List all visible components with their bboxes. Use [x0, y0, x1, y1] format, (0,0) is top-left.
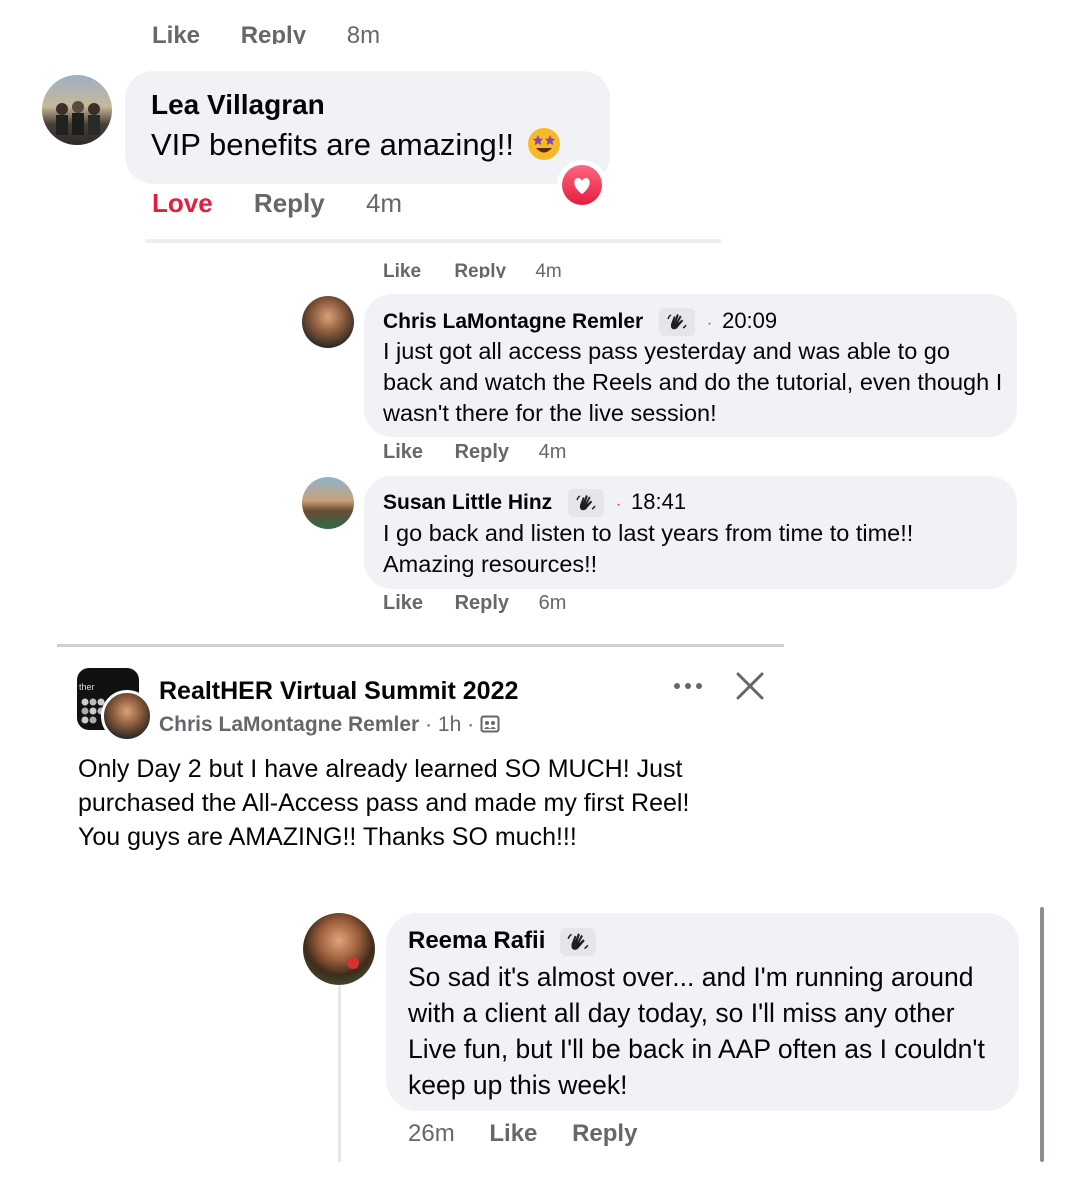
- post-body: Only Day 2 but I have already learned SO…: [78, 755, 690, 851]
- avatar-chris-lamontagne-remler[interactable]: [302, 296, 354, 348]
- avatar-susan-little-hinz[interactable]: [302, 477, 354, 529]
- commenter-name[interactable]: Chris LaMontagne Remler: [383, 310, 643, 333]
- author-avatar[interactable]: [101, 690, 153, 742]
- separator-dot: ·: [706, 315, 713, 332]
- wave-hand-icon: [560, 927, 597, 956]
- more-options-icon[interactable]: [672, 674, 706, 698]
- comment-text: VIP benefits are amazing!!: [151, 127, 561, 163]
- section-divider: [57, 644, 784, 647]
- love-reaction-link[interactable]: Love: [152, 188, 213, 218]
- like-link[interactable]: Like: [489, 1120, 537, 1147]
- wave-hand-icon: [659, 308, 696, 337]
- post-meta: Chris LaMontagne Remler · 1h ·: [159, 713, 500, 740]
- avatar-lea-villagran[interactable]: [42, 75, 112, 145]
- reply-link[interactable]: Reply: [572, 1120, 637, 1147]
- like-link[interactable]: Like: [152, 22, 200, 44]
- reply-link[interactable]: Reply: [455, 441, 509, 463]
- comment-header: Reema Rafii: [408, 926, 597, 956]
- comment-bubble-susan: Susan Little Hinz · 18:41 I go back and …: [364, 476, 1017, 589]
- comment-bubble-lea: Lea Villagran VIP benefits are amazing!!: [125, 71, 610, 184]
- comment-bubble-reema: Reema Rafii So sad it's almost over... a…: [386, 913, 1019, 1111]
- like-link[interactable]: Like: [383, 261, 421, 278]
- comment-header: Susan Little Hinz · 18:41: [383, 488, 686, 519]
- clock-time: 18:41: [631, 489, 687, 514]
- reply-link[interactable]: Reply: [254, 188, 325, 218]
- top-cut-actions: Like Reply 8m: [152, 18, 380, 44]
- separator-dot: ·: [425, 713, 433, 736]
- post-age: 1h: [437, 713, 462, 736]
- comment-text: So sad it's almost over... and I'm runni…: [408, 962, 985, 1100]
- comment-text: I go back and listen to last years from …: [383, 520, 914, 577]
- timestamp: 26m: [408, 1120, 455, 1147]
- like-link[interactable]: Like: [383, 441, 423, 463]
- timestamp: 8m: [346, 22, 381, 44]
- chris-actions: Like Reply 4m: [383, 441, 566, 464]
- thread-line: [338, 986, 341, 1162]
- avatar-reema-rafii[interactable]: [303, 913, 375, 985]
- clock-time: 20:09: [722, 308, 778, 333]
- comment-text: I just got all access pass yesterday and…: [383, 338, 1003, 426]
- commenter-name[interactable]: Lea Villagran: [151, 89, 325, 121]
- screenshot-divider: [146, 239, 721, 243]
- comment-header: Chris LaMontagne Remler · 20:09: [383, 307, 777, 338]
- star-struck-emoji-icon: [527, 127, 561, 161]
- wave-hand-icon: [568, 489, 605, 518]
- timestamp: 4m: [365, 188, 403, 218]
- heart-icon: [562, 165, 602, 205]
- reply-link[interactable]: Reply: [455, 592, 509, 614]
- separator-dot: ·: [615, 496, 622, 513]
- commenter-name[interactable]: Susan Little Hinz: [383, 491, 552, 514]
- reema-actions: 26m Like Reply: [408, 1120, 637, 1148]
- separator-dot: ·: [467, 713, 475, 736]
- close-icon[interactable]: [734, 670, 766, 702]
- comment-bubble-chris: Chris LaMontagne Remler · 20:09 I just g…: [364, 294, 1017, 437]
- mid-cut-actions: Like Reply 4m: [383, 258, 562, 278]
- group-audience-icon: [480, 714, 500, 740]
- timestamp: 6m: [538, 592, 567, 614]
- reaction-badge[interactable]: [557, 160, 607, 210]
- timestamp: 4m: [538, 441, 567, 463]
- timestamp: 4m: [535, 261, 562, 278]
- reply-link[interactable]: Reply: [454, 261, 506, 278]
- commenter-name[interactable]: Reema Rafii: [408, 927, 545, 954]
- scrollbar-thumb[interactable]: [1040, 907, 1044, 1162]
- like-link[interactable]: Like: [383, 592, 423, 614]
- comment-text-content: VIP benefits are amazing!!: [151, 127, 515, 162]
- susan-actions: Like Reply 6m: [383, 592, 566, 615]
- reply-link[interactable]: Reply: [241, 22, 306, 44]
- lea-actions: Love Reply 4m: [152, 188, 402, 219]
- group-name[interactable]: RealtHER Virtual Summit 2022: [159, 677, 518, 706]
- post-author[interactable]: Chris LaMontagne Remler: [159, 713, 419, 736]
